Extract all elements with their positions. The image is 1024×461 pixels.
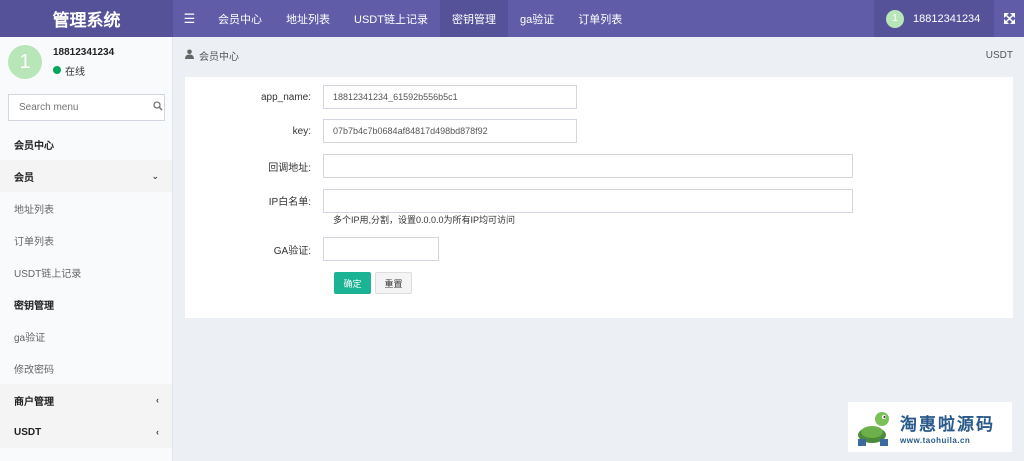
sidebar-item-change-password[interactable]: 修改密码 [0, 352, 172, 384]
key-management-form: app_name: key: 回调地址: IP白名单: 多个IP用,分割，设置0… [185, 77, 1013, 318]
nav-key-management[interactable]: 密钥管理 [439, 0, 508, 37]
chevron-left-icon: ‹ [156, 427, 159, 437]
sidebar-item-usdt[interactable]: USDT ‹ [0, 416, 172, 448]
sidebar-item-ga-verify[interactable]: ga验证 [0, 320, 172, 352]
sidebar-item-member[interactable]: 会员 ⌄ [0, 160, 172, 192]
nav-address-list[interactable]: 地址列表 [274, 0, 342, 37]
ga-verify-label: GA验证: [273, 245, 311, 257]
sidebar-item-key-management[interactable]: 密钥管理 [0, 288, 172, 320]
sidebar-item-merchant-management[interactable]: 商户管理 ‹ [0, 384, 172, 416]
fullscreen-icon [1003, 13, 1015, 24]
status-label: 在线 [65, 66, 85, 78]
nav-ga-verify[interactable]: ga验证 [508, 0, 566, 37]
sidebar-item-label: 密钥管理 [14, 300, 54, 312]
search-box [8, 94, 165, 121]
ga-code-field[interactable] [323, 237, 439, 261]
sidebar-item-label: ga验证 [14, 332, 46, 344]
chevron-down-icon: ⌄ [151, 170, 159, 181]
nav-order-list[interactable]: 订单列表 [566, 0, 634, 37]
breadcrumb-current[interactable]: 会员中心 [199, 48, 239, 63]
sidebar-item-label: 订单列表 [14, 236, 54, 248]
callback-url-label: 回调地址: [268, 162, 311, 174]
search-input[interactable] [9, 95, 151, 120]
sidebar-item-label: 会员中心 [14, 140, 54, 152]
sidebar-item-usdt-records[interactable]: USDT链上记录 [0, 256, 172, 288]
user-menu[interactable]: 1 18812341234 [874, 0, 994, 37]
chevron-left-icon: ‹ [156, 395, 159, 405]
callback-url-field[interactable] [323, 154, 853, 178]
app-name-label: app_name: [260, 91, 311, 103]
search-icon[interactable] [151, 101, 164, 114]
nav-usdt-records[interactable]: USDT链上记录 [342, 0, 440, 37]
ip-whitelist-label: IP白名单: [268, 197, 311, 208]
sidebar-menu: 会员中心 会员 ⌄ 地址列表 订单列表 USDT链上记录 密钥管理 ga验证 修… [0, 128, 172, 448]
top-nav: ☰ 会员中心 地址列表 USDT链上记录 密钥管理 ga验证 订单列表 [173, 0, 874, 37]
user-name: 18812341234 [913, 12, 981, 25]
user-name: 18812341234 [53, 46, 115, 58]
app-name-field[interactable] [323, 85, 577, 109]
sidebar-item-member-center[interactable]: 会员中心 [0, 128, 172, 160]
watermark-title: 淘惠啦源码 [900, 414, 995, 434]
breadcrumb: 会员中心 USDT [173, 37, 1024, 74]
key-label: key: [292, 125, 311, 137]
main-content: 会员中心 USDT app_name: key: 回调地址: IP白名单: 多个… [173, 37, 1024, 461]
sidebar-item-label: USDT链上记录 [14, 268, 82, 280]
avatar: 1 [886, 9, 904, 28]
sidebar-item-label: 修改密码 [14, 364, 54, 376]
sidebar-item-order-list[interactable]: 订单列表 [0, 224, 172, 256]
sidebar: 1 18812341234 在线 会员中心 会员 ⌄ 地址列表 订单列表 U [0, 37, 173, 461]
user-icon [185, 49, 194, 62]
turtle-logo-icon [858, 412, 889, 446]
app-logo[interactable]: 管理系统 [0, 0, 173, 37]
online-dot-icon [53, 66, 61, 74]
avatar: 1 [8, 45, 42, 79]
watermark-url: www.taohuila.cn [900, 435, 971, 445]
top-navbar: 管理系统 ☰ 会员中心 地址列表 USDT链上记录 密钥管理 ga验证 订单列表… [0, 0, 1024, 37]
submit-button[interactable]: 确定 [334, 272, 371, 294]
sidebar-item-label: 地址列表 [14, 204, 54, 216]
hamburger-icon[interactable]: ☰ [173, 0, 206, 37]
sidebar-item-address-list[interactable]: 地址列表 [0, 192, 172, 224]
breadcrumb-right: USDT [985, 50, 1013, 61]
ip-whitelist-hint: 多个IP用,分割，设置0.0.0.0为所有IP均可访问 [333, 215, 516, 225]
sidebar-item-label: 商户管理 [14, 396, 54, 408]
key-field[interactable] [323, 119, 577, 143]
expand-icon[interactable] [994, 0, 1024, 37]
reset-button[interactable]: 重置 [375, 272, 412, 294]
user-panel: 1 18812341234 在线 [0, 37, 172, 87]
user-status: 在线 [53, 63, 114, 78]
nav-member-center[interactable]: 会员中心 [206, 0, 274, 37]
watermark: 淘惠啦源码 www.taohuila.cn [848, 402, 1012, 452]
sidebar-item-label: 会员 [14, 172, 34, 184]
ip-whitelist-field[interactable] [323, 189, 853, 213]
sidebar-item-label: USDT [14, 426, 42, 438]
